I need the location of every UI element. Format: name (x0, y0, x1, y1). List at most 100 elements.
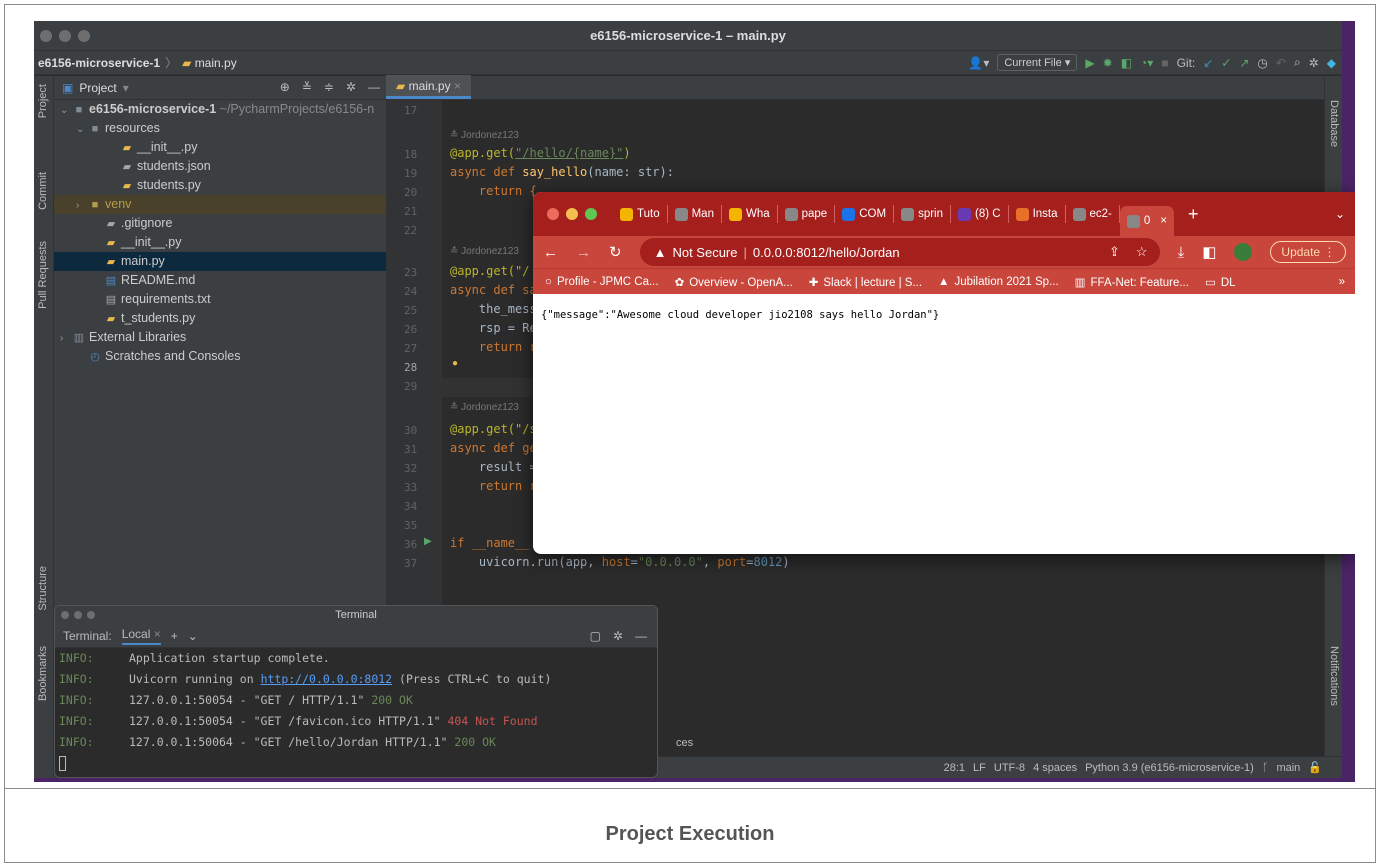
tab-main-py[interactable]: ▰ main.py × (386, 75, 471, 99)
download-icon[interactable]: ⤓ (1178, 244, 1185, 261)
browser-tab[interactable]: COM (835, 205, 895, 223)
notifications-tool-label[interactable]: Notifications (1328, 646, 1340, 706)
tree-item[interactable]: ▰ t_students.py (54, 309, 386, 328)
browser-tab[interactable]: Tuto (613, 205, 668, 223)
commit-tool-label[interactable]: Commit (37, 172, 49, 210)
line-separator[interactable]: LF (973, 762, 986, 774)
pull-requests-tool-label[interactable]: Pull Requests (37, 241, 49, 309)
expand-all-icon[interactable]: ≚ (302, 80, 312, 94)
debug-icon[interactable]: ✹ (1103, 56, 1113, 70)
browser-tab[interactable]: Insta (1009, 205, 1066, 223)
git-push-icon[interactable]: ↗ (1239, 56, 1249, 70)
project-view-select[interactable]: Project (79, 81, 116, 95)
tree-item[interactable]: › ▥ External Libraries (54, 328, 386, 347)
search-icon[interactable]: ⌕ (1294, 55, 1301, 70)
breadcrumb-file[interactable]: main.py (195, 56, 237, 70)
chevron-down-icon[interactable]: ⌄ (76, 120, 88, 138)
indent-setting[interactable]: 4 spaces (1033, 762, 1077, 774)
reload-icon[interactable]: ↻ (609, 243, 622, 261)
coverage-icon[interactable]: ◧ (1121, 56, 1132, 70)
git-commit-icon[interactable]: ✓ (1221, 56, 1231, 70)
breadcrumb-project[interactable]: e6156-microservice-1 (38, 56, 160, 70)
maximize-icon[interactable]: ▢ (590, 629, 601, 643)
profile-icon[interactable]: ◔▾ (1140, 56, 1153, 70)
avatar[interactable] (1234, 243, 1253, 261)
bookmark-item[interactable]: ○ Profile - JPMC Ca... (545, 276, 659, 288)
close-icon[interactable]: × (454, 79, 461, 93)
gear-icon[interactable]: ✲ (1309, 56, 1319, 70)
chevron-down-icon[interactable]: ⌄ (60, 101, 72, 119)
bookmarks-tool-label[interactable]: Bookmarks (37, 646, 49, 701)
server-url-link[interactable]: http://0.0.0.0:8012 (261, 672, 393, 686)
run-icon[interactable]: ▶ (1085, 56, 1094, 70)
url-text[interactable]: 0.0.0.0:8012/hello/Jordan (753, 245, 900, 260)
lightbulb-icon[interactable]: ● (452, 358, 458, 369)
python-interpreter[interactable]: Python 3.9 (e6156-microservice-1) (1085, 762, 1254, 774)
tree-item[interactable]: ▰ students.py (54, 176, 386, 195)
bookmark-item[interactable]: ✚ Slack | lecture | S... (809, 275, 922, 289)
browser-tab[interactable]: Wha (722, 205, 778, 223)
project-tool-label[interactable]: Project (37, 84, 49, 118)
git-update-icon[interactable]: ↙ (1203, 56, 1213, 70)
tree-item[interactable]: ▤ README.md (54, 271, 386, 290)
tree-item[interactable]: ▤ requirements.txt (54, 290, 386, 309)
collapse-all-icon[interactable]: ≑ (324, 80, 334, 94)
rollback-icon[interactable]: ↶ (1276, 56, 1286, 70)
locate-icon[interactable]: ⊕ (280, 80, 290, 94)
run-gutter-icon[interactable]: ▶ (424, 536, 432, 547)
zoom-icon[interactable] (87, 611, 95, 619)
history-icon[interactable]: ◷ (1257, 56, 1267, 70)
browser-tab[interactable]: sprin (894, 205, 951, 223)
bookmark-item[interactable]: ▲ Jubilation 2021 Sp... (938, 276, 1059, 288)
bookmark-item[interactable]: ✿ Overview - OpenA... (675, 275, 793, 289)
terminal-cursor[interactable] (55, 753, 657, 774)
tree-item[interactable]: ▰ __init__.py (54, 138, 386, 157)
side-panel-icon[interactable]: ◧ (1202, 243, 1216, 261)
git-branch[interactable]: main (1276, 762, 1300, 774)
tree-item[interactable]: ◴ Scratches and Consoles (54, 347, 386, 366)
terminal-output[interactable]: INFO: Application startup complete. INFO: U… (55, 648, 657, 753)
browser-tab[interactable]: (8) C (951, 205, 1009, 223)
user-icon[interactable]: 👤▾ (968, 56, 989, 70)
tree-item[interactable]: ▰ students.json (54, 157, 386, 176)
zoom-icon[interactable] (585, 208, 597, 220)
not-secure-label[interactable]: Not Secure (672, 245, 737, 260)
tab-search-icon[interactable]: ⌄ (1335, 207, 1345, 221)
new-tab-icon[interactable]: + (1188, 204, 1199, 225)
tree-item[interactable]: ▰ main.py (54, 252, 386, 271)
chevron-down-icon[interactable]: ⌄ (188, 629, 198, 643)
tree-item[interactable]: ▰ .gitignore (54, 214, 386, 233)
update-button[interactable]: Update ⋮ (1270, 241, 1347, 263)
bookmark-star-icon[interactable]: ☆ (1136, 244, 1148, 260)
browser-window-controls[interactable] (547, 208, 597, 220)
gear-icon[interactable]: ✲ (613, 629, 623, 643)
hide-icon[interactable]: — (368, 80, 380, 94)
bookmark-item[interactable]: ▭ DL (1205, 275, 1236, 289)
chevron-right-icon[interactable]: › (60, 329, 72, 347)
lock-icon[interactable]: 🔓 (1308, 761, 1322, 774)
services-fragment[interactable]: ces (676, 737, 693, 749)
database-tool-label[interactable]: Database (1328, 100, 1340, 147)
file-encoding[interactable]: UTF-8 (994, 762, 1025, 774)
tab-local[interactable]: Local × (121, 627, 161, 645)
gear-icon[interactable]: ✲ (346, 80, 356, 94)
stop-icon[interactable]: ■ (1161, 56, 1168, 70)
close-icon[interactable] (547, 208, 559, 220)
chevron-right-icon[interactable]: › (76, 196, 88, 214)
minimize-icon[interactable] (74, 611, 82, 619)
run-config-select[interactable]: Current File ▾ (997, 54, 1078, 71)
terminal-window-controls[interactable] (61, 611, 95, 619)
tree-item[interactable]: › ■ venv (54, 195, 386, 214)
address-bar[interactable]: ▲ Not Secure | 0.0.0.0:8012/hello/Jordan… (639, 238, 1160, 266)
browser-tab[interactable]: 0 × (1119, 206, 1174, 236)
share-icon[interactable]: ⇪ (1109, 244, 1120, 260)
more-bookmarks-icon[interactable]: » (1339, 276, 1345, 288)
bookmark-item[interactable]: ▥ FFA-Net: Feature... (1075, 275, 1189, 289)
hide-icon[interactable]: — (635, 629, 647, 643)
forward-icon[interactable]: → (576, 244, 591, 261)
browser-tab[interactable]: pape (778, 205, 836, 223)
add-tab-icon[interactable]: + (171, 629, 178, 643)
caret-position[interactable]: 28:1 (944, 762, 965, 774)
close-icon[interactable] (61, 611, 69, 619)
back-icon[interactable]: ← (543, 244, 558, 261)
